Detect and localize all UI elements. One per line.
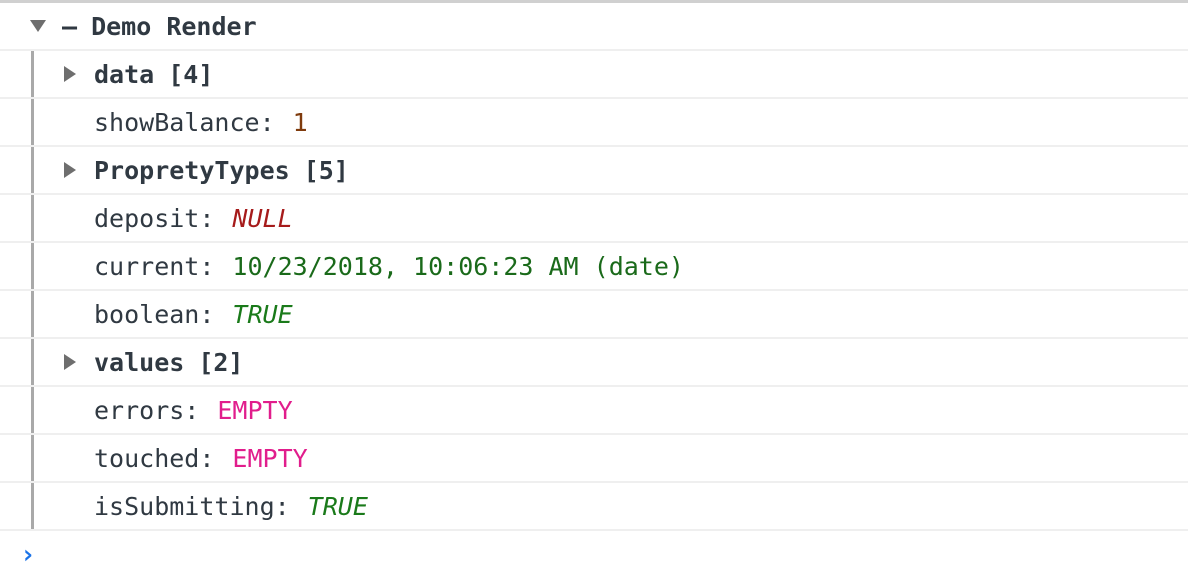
object-count: [4]	[168, 59, 214, 89]
property-key: showBalance:	[94, 107, 275, 137]
property-value: EMPTY	[217, 395, 293, 425]
property-key: boolean:	[94, 299, 215, 329]
property-row-issubmitting: isSubmitting: TRUE	[0, 483, 1188, 531]
prompt-chevron-icon: ›	[20, 540, 36, 570]
property-value: TRUE	[307, 491, 368, 521]
object-count: [2]	[198, 347, 244, 377]
object-count: [5]	[303, 155, 349, 185]
property-row-errors: errors: EMPTY	[0, 387, 1188, 435]
group-body: data [4] showBalance: 1 PropretyTypes [5…	[0, 51, 1188, 531]
expand-triangle-right-icon[interactable]	[64, 66, 76, 82]
object-row-data[interactable]: data [4]	[0, 51, 1188, 99]
property-value: TRUE	[232, 299, 293, 329]
property-row-deposit: deposit: NULL	[0, 195, 1188, 243]
object-key: values	[94, 347, 185, 377]
property-value: 10/23/2018, 10:06:23 AM (date)	[232, 251, 684, 281]
property-value: EMPTY	[232, 443, 308, 473]
console-prompt[interactable]: ›	[0, 531, 1188, 579]
group-title: Demo Render	[91, 11, 257, 41]
property-row-showbalance: showBalance: 1	[0, 99, 1188, 147]
property-row-current: current: 10/23/2018, 10:06:23 AM (date)	[0, 243, 1188, 291]
object-row-proprety-types[interactable]: PropretyTypes [5]	[0, 147, 1188, 195]
property-key: errors:	[94, 395, 200, 425]
property-row-boolean: boolean: TRUE	[0, 291, 1188, 339]
property-key: deposit:	[94, 203, 215, 233]
property-key: isSubmitting:	[94, 491, 290, 521]
expand-triangle-right-icon[interactable]	[64, 354, 76, 370]
property-value: 1	[292, 107, 308, 137]
devtools-console: – Demo Render data [4] showBalance: 1 Pr…	[0, 0, 1188, 583]
property-value: NULL	[232, 203, 293, 233]
property-row-touched: touched: EMPTY	[0, 435, 1188, 483]
group-header-demo-render[interactable]: – Demo Render	[0, 3, 1188, 51]
object-row-values[interactable]: values [2]	[0, 339, 1188, 387]
property-key: current:	[94, 251, 215, 281]
object-key: data	[94, 59, 155, 89]
group-collapse-marker: –	[62, 11, 78, 41]
expand-triangle-right-icon[interactable]	[64, 162, 76, 178]
expand-triangle-down-icon[interactable]	[30, 20, 46, 32]
property-key: touched:	[94, 443, 215, 473]
object-key: PropretyTypes	[94, 155, 290, 185]
